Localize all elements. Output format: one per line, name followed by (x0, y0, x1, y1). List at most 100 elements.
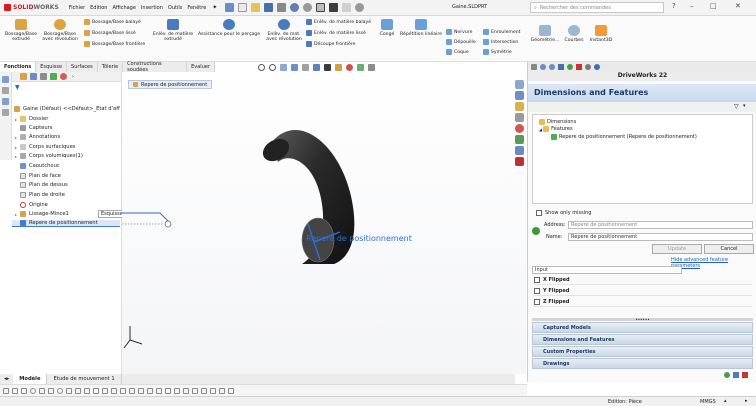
options-icon[interactable] (355, 3, 365, 12)
menu-edition[interactable]: Edition (90, 5, 107, 11)
tab-tolerie[interactable]: Tôlerie (98, 62, 124, 72)
tab-modele[interactable]: Modèle (13, 374, 48, 384)
back-icon[interactable] (540, 63, 546, 70)
boss-boundary-button[interactable]: Bossage/Base frontière (84, 41, 145, 47)
menu-fenetre[interactable]: Fenêtre (187, 5, 206, 11)
status-units[interactable]: MMGS (700, 399, 716, 405)
text-icon[interactable] (102, 387, 108, 394)
fillet-sketch-icon[interactable] (66, 387, 72, 394)
pattern-sketch-icon[interactable] (147, 387, 153, 394)
status-expand-icon[interactable]: ▸ (745, 398, 748, 404)
remove-model-icon[interactable] (742, 372, 748, 378)
boundary-cut-button[interactable]: Découpe frontière (306, 41, 355, 47)
appearances-icon[interactable] (515, 124, 524, 133)
fillet-button[interactable]: Congé (376, 19, 398, 37)
offset-icon[interactable] (129, 387, 135, 394)
hide-advanced-link[interactable]: Hide advanced feature parameters (671, 257, 756, 269)
address-field[interactable]: Repere de positionnement (568, 221, 753, 229)
captured-models-section[interactable]: Captured Models (532, 322, 753, 333)
help-icon[interactable]: ? (672, 2, 676, 10)
tree-item-corps-surfaciques[interactable]: ▸ Corps surfaciques (15, 144, 75, 150)
wrap-button[interactable]: Enroulement (483, 29, 520, 35)
curves-button[interactable]: Courbes (563, 25, 585, 43)
boss-sweep-button[interactable]: Bossage/Base balayé (84, 19, 141, 25)
dimensions-features-section[interactable]: Dimensions and Features (532, 334, 753, 345)
restore-icon[interactable]: □ (710, 2, 717, 10)
collapse-icon[interactable]: ◢ (539, 127, 542, 132)
arc-icon[interactable] (39, 387, 45, 394)
file-explorer-icon[interactable] (515, 102, 524, 111)
apply-scene-icon[interactable] (357, 63, 364, 71)
tab-constructions-soudees[interactable]: Constructions soudées (123, 61, 188, 73)
save-icon[interactable] (558, 63, 564, 70)
relation-icon[interactable] (174, 387, 180, 394)
feature-manager-icon[interactable] (20, 73, 27, 80)
sketch-picture-icon[interactable] (228, 387, 234, 394)
y-flipped-row[interactable]: Y Flipped (534, 286, 752, 296)
tab-fonctions[interactable]: Fonctions (0, 62, 37, 72)
forum-icon[interactable] (515, 146, 524, 155)
tab-nav-icon[interactable]: ◂▸ (0, 374, 13, 384)
boss-extrude-button[interactable]: Bossage/Base extrudé (2, 19, 40, 43)
extend-icon[interactable] (120, 387, 126, 394)
expand-icon[interactable]: ▸ (15, 212, 19, 217)
forward-icon[interactable] (549, 63, 555, 70)
print-icon[interactable] (277, 3, 287, 12)
instant3d-button[interactable]: Instant3D (587, 25, 615, 43)
splitter-handle[interactable]: •••••• (532, 318, 753, 322)
show-only-missing-checkbox[interactable] (536, 210, 542, 216)
tab-motion-study[interactable]: Etude de mouvement 1 (47, 374, 122, 384)
save-icon[interactable] (264, 3, 274, 12)
close-icon[interactable]: ✕ (735, 2, 741, 10)
repair-icon[interactable] (183, 387, 189, 394)
linear-pattern-button[interactable]: Répétition linéaire (398, 19, 444, 37)
drawings-section[interactable]: Drawings (532, 358, 753, 369)
tree-item-annotations[interactable]: ▸ Annotations (15, 134, 60, 140)
menu-fichier[interactable]: Fichier (69, 5, 85, 11)
mirror-button[interactable]: Symétrie (483, 49, 512, 55)
tree-item-plan-droite[interactable]: Plan de droite (20, 192, 65, 198)
pin-panel-icon[interactable] (531, 63, 537, 70)
hole-wizard-button[interactable]: Assistance pour le perçage (197, 19, 261, 37)
z-flipped-row[interactable]: Z Flipped (534, 297, 752, 307)
expand-icon[interactable]: ▸ (15, 154, 19, 159)
boss-revolve-button[interactable]: Bossage/Base avec révolution (40, 19, 80, 43)
tree-item-plan-dessus[interactable]: Plan de dessus (20, 182, 68, 188)
tree-item-material[interactable]: Caoutchouc (20, 163, 60, 169)
filter-icon[interactable]: ▼ (15, 84, 20, 91)
rebuild-icon[interactable] (329, 3, 339, 12)
y-flipped-checkbox[interactable] (534, 287, 540, 294)
dimension-icon[interactable] (165, 387, 171, 394)
graphics-area[interactable]: Repere de positionnement Repere de posit… (122, 72, 526, 374)
menu-insertion[interactable]: Insertion (141, 5, 163, 11)
shaded-sketch-icon[interactable] (219, 387, 225, 394)
boss-loft-button[interactable]: Bossage/Base lissé (84, 30, 136, 36)
driveworks-icon[interactable] (515, 157, 524, 166)
menu-affichage[interactable]: Affichage (112, 5, 136, 11)
edit-appearance-icon[interactable] (346, 63, 353, 71)
tree-item-origine[interactable]: Origine (20, 202, 48, 208)
pin-icon[interactable]: ✦ (212, 4, 217, 11)
ellipse-icon[interactable] (57, 387, 63, 394)
input-field[interactable]: Input (532, 266, 682, 274)
trim-icon[interactable] (111, 387, 117, 394)
line-icon[interactable] (12, 387, 18, 394)
menu-outils[interactable]: Outils (168, 5, 182, 11)
tree-node-features[interactable]: ◢ Features (539, 126, 573, 132)
design-library-icon[interactable] (515, 91, 524, 100)
select-icon[interactable] (316, 3, 326, 12)
add-model-icon[interactable] (733, 372, 739, 378)
expand-icon[interactable]: ▸ (15, 145, 19, 150)
tree-item-plan-face[interactable]: Plan de face (20, 173, 61, 179)
tree-item-repere-positionnement[interactable]: Repere de positionnement (12, 220, 120, 227)
dimxpert-icon[interactable] (50, 73, 57, 80)
help-icon[interactable] (594, 63, 600, 70)
tab-surfaces[interactable]: Surfaces (67, 62, 98, 72)
instant2d-icon[interactable] (210, 387, 216, 394)
circle-icon[interactable] (30, 387, 36, 394)
custom-properties-section[interactable]: Custom Properties (532, 346, 753, 357)
view-palette-icon[interactable] (515, 113, 524, 122)
cut-loft-button[interactable]: Enlèv. de matière lissé (306, 30, 366, 36)
tree-item-corps-volumiques[interactable]: ▸ Corps volumiques(1) (15, 153, 83, 159)
section-view-icon[interactable] (291, 63, 298, 71)
